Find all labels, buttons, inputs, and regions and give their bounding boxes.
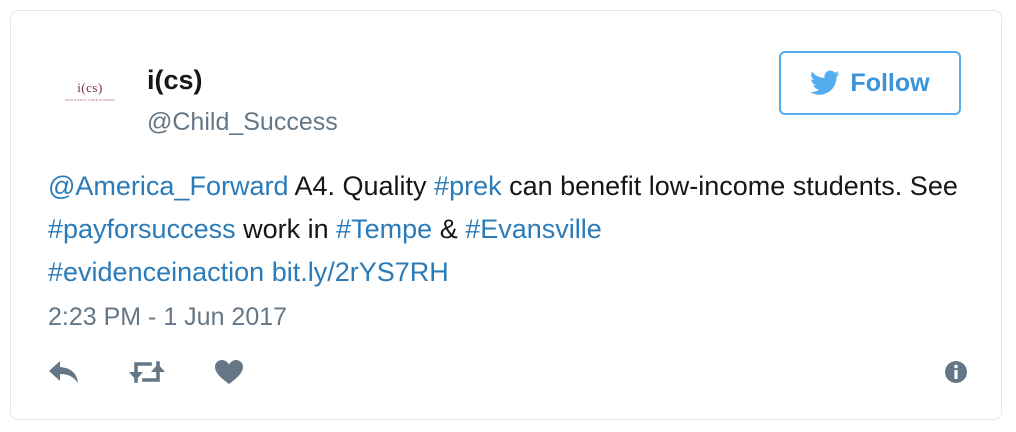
- hashtag-link[interactable]: #evidenceinaction: [48, 257, 264, 287]
- info-button[interactable]: [944, 357, 968, 387]
- tweet-text-segment: work in: [235, 214, 337, 244]
- follow-button-label: Follow: [850, 68, 930, 97]
- twitter-bird-icon: [810, 70, 840, 95]
- display-name[interactable]: i(cs): [147, 65, 203, 96]
- hashtag-link[interactable]: #payforsuccess: [48, 214, 236, 244]
- hashtag-link[interactable]: #Evansville: [465, 214, 602, 244]
- hashtag-link[interactable]: #prek: [434, 171, 502, 201]
- tweet-text-segment: A4. Quality: [288, 171, 435, 201]
- tweet-text-segment: can benefit low-income students. See: [501, 171, 958, 201]
- mention-link[interactable]: @America_Forward: [48, 171, 288, 201]
- like-button[interactable]: [214, 357, 244, 387]
- user-handle[interactable]: @Child_Success: [147, 108, 338, 137]
- tweet-timestamp[interactable]: 2:23 PM - 1 Jun 2017: [48, 303, 287, 332]
- retweet-icon: [129, 361, 165, 383]
- avatar[interactable]: i(cs) INSTITUTE for CHILD SUCCESS: [55, 63, 125, 119]
- reply-button[interactable]: [48, 357, 80, 387]
- tweet-text: @America_Forward A4. Quality #prek can b…: [48, 165, 968, 294]
- info-icon: [945, 361, 967, 383]
- avatar-logo-text: i(cs): [77, 80, 103, 95]
- tweet-card: i(cs) INSTITUTE for CHILD SUCCESS i(cs) …: [10, 10, 1002, 420]
- tweet-actions: [48, 357, 968, 387]
- like-icon: [215, 360, 243, 384]
- retweet-button[interactable]: [128, 357, 166, 387]
- reply-icon: [49, 361, 78, 383]
- avatar-logo-subtext: INSTITUTE for CHILD SUCCESS: [64, 98, 116, 102]
- follow-button[interactable]: Follow: [779, 51, 961, 115]
- tweet-text-segment: &: [432, 214, 466, 244]
- url-link[interactable]: bit.ly/2rYS7RH: [272, 257, 449, 287]
- tweet-text-segment: [264, 257, 272, 287]
- hashtag-link[interactable]: #Tempe: [336, 214, 432, 244]
